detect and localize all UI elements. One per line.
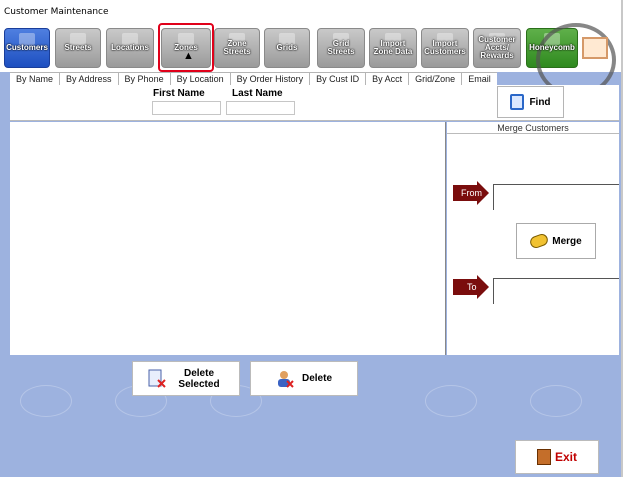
first-name-field[interactable]: [152, 101, 221, 115]
delete-selected-icon: [148, 369, 166, 388]
toolbar-button-customer-accts-rewards[interactable]: Customer Accts/ Rewards: [473, 28, 521, 68]
delete-button[interactable]: Delete: [250, 361, 358, 396]
from-customer-box[interactable]: [493, 184, 619, 210]
tab-by-acct[interactable]: By Acct: [365, 72, 409, 85]
to-label: To: [467, 282, 477, 292]
watermark-logo: [20, 385, 73, 417]
watermark-logo: [530, 385, 583, 417]
watermark-logo: [425, 385, 478, 417]
tab-by-name[interactable]: By Name: [10, 72, 60, 85]
tab-by-location[interactable]: By Location: [169, 72, 230, 85]
toolbar-button-grid-streets[interactable]: Grid Streets: [317, 28, 365, 68]
last-name-field[interactable]: [226, 101, 295, 115]
tab-by-address[interactable]: By Address: [59, 72, 118, 85]
tab-by-phone[interactable]: By Phone: [117, 72, 170, 85]
find-button[interactable]: Find: [497, 86, 564, 118]
window-title: Customer Maintenance: [0, 0, 621, 22]
toolbar-button-import-zone-data[interactable]: Import Zone Data: [369, 28, 417, 68]
find-icon: [510, 94, 525, 110]
toolbar-button-zones[interactable]: Zones: [161, 28, 211, 68]
merge-icon: [528, 232, 550, 250]
to-customer-box[interactable]: [493, 278, 619, 304]
tab-grid-zone[interactable]: Grid/Zone: [408, 72, 462, 85]
tab-email[interactable]: Email: [461, 72, 497, 85]
delete-selected-button[interactable]: Delete Selected: [132, 361, 240, 396]
merge-button[interactable]: Merge: [516, 223, 596, 259]
toolbar-button-locations[interactable]: Locations: [106, 28, 154, 68]
toolbar-button-streets[interactable]: Streets: [55, 28, 101, 68]
tab-by-order-history[interactable]: By Order History: [229, 72, 310, 85]
delete-user-icon: [277, 370, 294, 388]
merge-panel: Merge Customers From Merge To: [447, 122, 619, 355]
customer-list[interactable]: [10, 122, 446, 355]
toolbar-button-zone-streets[interactable]: Zone Streets: [214, 28, 260, 68]
last-name-label: Last Name: [232, 88, 283, 99]
search-tabs: By Name By Address By Phone By Location …: [10, 72, 497, 85]
exit-button[interactable]: Exit: [515, 440, 599, 474]
toolbar-button-customers[interactable]: Customers: [4, 28, 50, 68]
exit-door-icon: [536, 449, 551, 465]
tab-by-cust-id[interactable]: By Cust ID: [309, 72, 366, 85]
from-label: From: [461, 188, 482, 198]
toolbar-button-grids[interactable]: Grids: [264, 28, 310, 68]
toolbar: Customers Streets Locations Zones Zone S…: [0, 22, 621, 72]
merge-title: Merge Customers: [447, 122, 619, 134]
first-name-label: First Name: [153, 88, 205, 99]
monitor-icon: [582, 37, 608, 59]
customer-maintenance-window: Customer Maintenance Customers Streets L…: [0, 0, 623, 477]
toolbar-button-import-customers[interactable]: Import Customers: [421, 28, 469, 68]
